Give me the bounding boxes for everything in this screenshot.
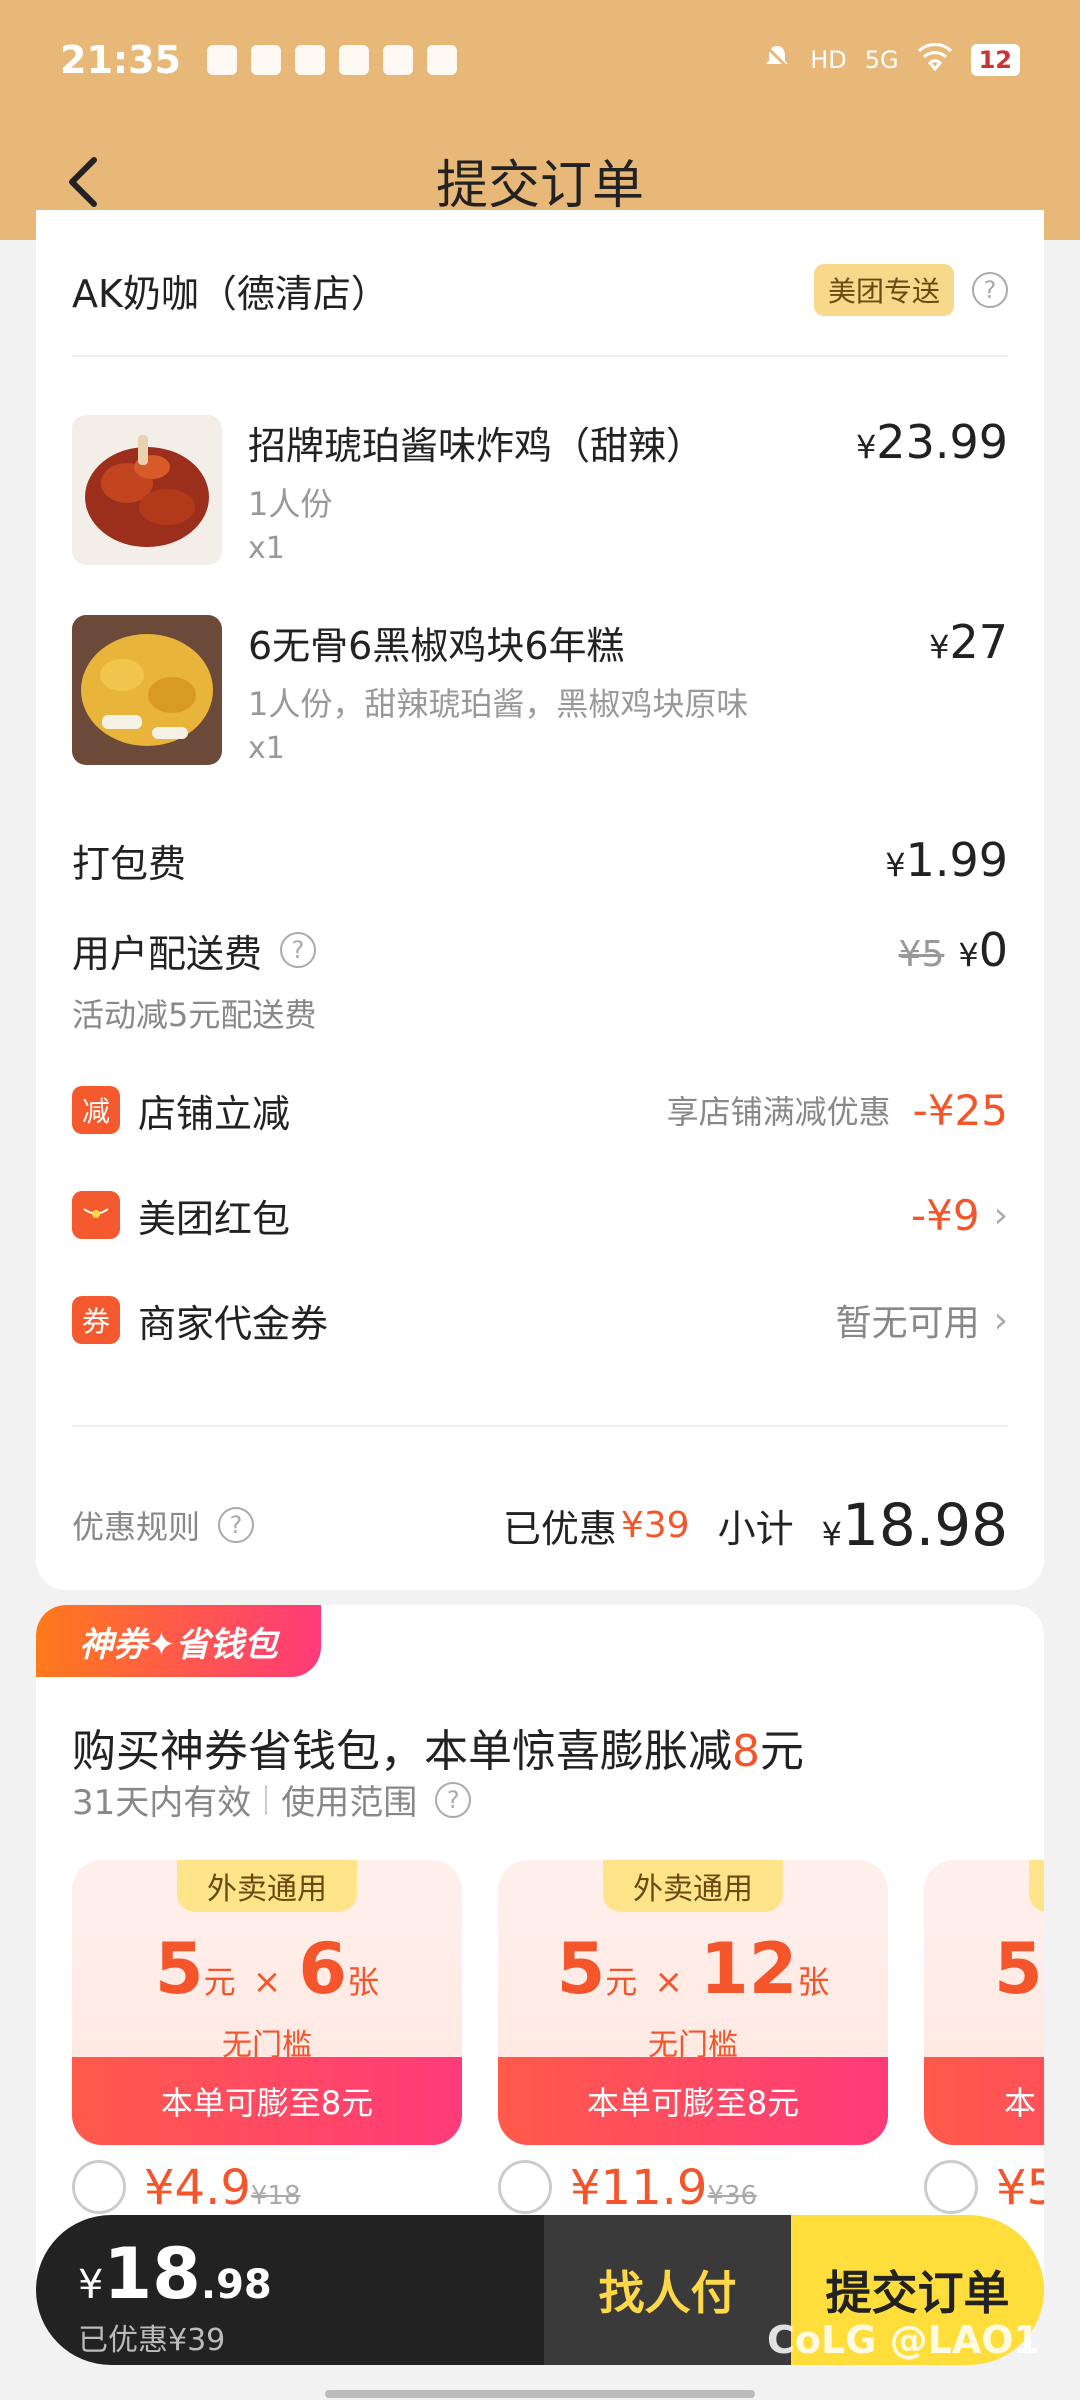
item-spec: 1人份	[248, 485, 333, 523]
coupon-bottom-text: 本单可膨至8元	[498, 2057, 888, 2145]
delivery-fee-value: ¥5 ¥0	[898, 923, 1008, 977]
delivery-fee-note: 活动减5元配送费	[72, 996, 317, 1034]
red-packet-row[interactable]: 美团红包 -¥9 ›	[72, 1180, 1008, 1250]
scope-link[interactable]: 使用范围	[281, 1775, 417, 1824]
coupon-bottom-text: 本单可膨至8元	[72, 2057, 462, 2145]
item-price: ¥23.99	[855, 415, 1008, 469]
home-indicator[interactable]	[325, 2390, 755, 2398]
friend-pay-button[interactable]: 找人付	[544, 2215, 791, 2365]
item-spec: 1人份，甜辣琥珀酱，黑椒鸡块原味	[248, 685, 749, 723]
item-name: 6无骨6黑椒鸡块6年糕	[248, 624, 625, 668]
divider	[72, 1425, 1008, 1427]
packing-fee-row: 打包费 ¥1.99	[72, 825, 1008, 895]
voucher-label: 商家代金券	[138, 1301, 329, 1346]
voucher-row[interactable]: 券 商家代金券 暂无可用 ›	[72, 1285, 1008, 1355]
divider	[72, 355, 1008, 357]
watermark: CoLG @LAO1	[767, 2318, 1040, 2362]
notification-icon	[250, 45, 281, 75]
chicken-nuggets-image	[72, 615, 222, 765]
saved-label: 已优惠	[502, 1506, 617, 1551]
chevron-right-icon: ›	[993, 1299, 1008, 1341]
delivery-fee-original: ¥5	[898, 934, 945, 975]
battery-level: 12	[970, 44, 1020, 76]
order-card: AK奶咖（德清店） 美团专送 ? 招牌琥珀酱味炸鸡（甜辣） 1人份 x1 ¥23…	[36, 210, 1044, 1590]
item-qty: x1	[248, 531, 285, 566]
delivery-fee-label: 用户配送费	[72, 931, 263, 976]
coupon-amount: 5元 × 12张	[556, 1928, 830, 2010]
promo-subtitle: 31天内有效 使用范围 ?	[72, 1775, 472, 1824]
store-name[interactable]: AK奶咖（德清店）	[72, 263, 389, 318]
separator	[265, 1784, 268, 1815]
store-discount-hint: 享店铺满减优惠	[666, 1093, 891, 1131]
coupon-option[interactable]: 外卖通用 5元 × 12张 无门槛 本单可膨至8元	[498, 1860, 888, 2145]
coupon-tag: 外卖通用	[603, 1860, 783, 1912]
coupon-radio[interactable]	[498, 2160, 552, 2214]
red-packet-icon	[72, 1191, 120, 1239]
coupon-pack-card: 神券✦省钱包 购买神券省钱包，本单惊喜膨胀减8元 31天内有效 使用范围 ? 外…	[36, 1605, 1044, 2305]
coupon-price: ¥11.9¥36	[570, 2160, 758, 2216]
pay-total: ¥18.98	[78, 2233, 272, 2315]
discount-badge-icon: 减	[72, 1086, 120, 1134]
coupon-bottom-text: 本	[924, 2057, 1044, 2145]
status-right: HD 5G 12	[762, 42, 1020, 78]
coupon-tag: 外卖通用	[177, 1860, 357, 1912]
voucher-value: 暂无可用	[835, 1303, 980, 1344]
validity-text: 31天内有效	[72, 1783, 252, 1823]
store-row: AK奶咖（德清店） 美团专送 ?	[72, 260, 1008, 320]
item-name: 招牌琥珀酱味炸鸡（甜辣）	[248, 424, 705, 468]
red-packet-label: 美团红包	[138, 1196, 291, 1241]
notification-icon	[338, 45, 369, 75]
promo-title: 购买神券省钱包，本单惊喜膨胀减8元	[72, 1726, 804, 1777]
coupon-tag	[1029, 1860, 1044, 1912]
hd-label: HD	[810, 46, 847, 74]
delivery-tag: 美团专送	[813, 264, 954, 316]
coupon-option[interactable]: 外卖通用 5元 × 6张 无门槛 本单可膨至8元	[72, 1860, 462, 2145]
help-icon[interactable]: ?	[972, 272, 1008, 308]
order-item[interactable]: 招牌琥珀酱味炸鸡（甜辣） 1人份 x1 ¥23.99	[72, 415, 1008, 575]
subtotal-label: 小计	[717, 1506, 794, 1551]
notification-icon	[206, 45, 237, 75]
voucher-badge-icon: 券	[72, 1296, 120, 1344]
store-discount-value: -¥25	[912, 1085, 1008, 1135]
wifi-icon	[917, 43, 953, 77]
discount-rules-link[interactable]: 优惠规则	[72, 1502, 200, 1548]
coupon-option[interactable]: 5 本	[924, 1860, 1044, 2145]
help-icon[interactable]: ?	[280, 932, 317, 968]
coupon-radio[interactable]	[72, 2160, 126, 2214]
chevron-right-icon: ›	[993, 1194, 1008, 1236]
red-packet-value: -¥9	[910, 1190, 980, 1240]
store-discount-label: 店铺立减	[138, 1091, 291, 1136]
coupon-amount: 5元 × 6张	[154, 1928, 380, 2010]
notification-icon	[426, 45, 457, 75]
notification-icon	[382, 45, 413, 75]
item-qty: x1	[248, 731, 285, 766]
subtotal-value: ¥18.98	[821, 1491, 1008, 1559]
notification-icons	[206, 45, 457, 75]
packing-fee-value: ¥1.99	[885, 833, 1008, 887]
store-discount-row: 减 店铺立减 享店铺满减优惠 -¥25	[72, 1075, 1008, 1145]
mute-icon	[762, 42, 792, 78]
coupon-price: ¥4.9¥18	[144, 2160, 301, 2216]
help-icon[interactable]: ?	[218, 1507, 255, 1543]
summary-row: 优惠规则 ? 已优惠 ¥39 小计 ¥18.98	[72, 1490, 1008, 1560]
coupon-amount: 5	[994, 1928, 1043, 2010]
status-bar: 21:35 HD 5G 12	[0, 0, 1080, 120]
pay-total-panel: ¥18.98 已优惠¥39	[36, 2215, 544, 2365]
saved-value: ¥39	[620, 1504, 690, 1546]
order-item[interactable]: 6无骨6黑椒鸡块6年糕 1人份，甜辣琥珀酱，黑椒鸡块原味 x1 ¥27	[72, 615, 1008, 775]
status-time: 21:35	[60, 38, 181, 82]
coupon-price: ¥5	[996, 2160, 1044, 2216]
help-icon[interactable]: ?	[435, 1781, 472, 1818]
packing-fee-label: 打包费	[72, 841, 187, 886]
coupon-radio[interactable]	[924, 2160, 978, 2214]
page-title: 提交订单	[435, 155, 644, 216]
delivery-fee-row: 用户配送费 ? ¥5 ¥0	[72, 915, 1008, 985]
notification-icon	[294, 45, 325, 75]
back-arrow-icon	[69, 157, 97, 207]
item-price: ¥27	[929, 615, 1008, 669]
pay-saved: 已优惠¥39	[78, 2323, 226, 2358]
fried-chicken-image	[72, 415, 222, 565]
coupon-pack-tag: 神券✦省钱包	[36, 1605, 321, 1677]
network-label: 5G	[864, 46, 899, 74]
